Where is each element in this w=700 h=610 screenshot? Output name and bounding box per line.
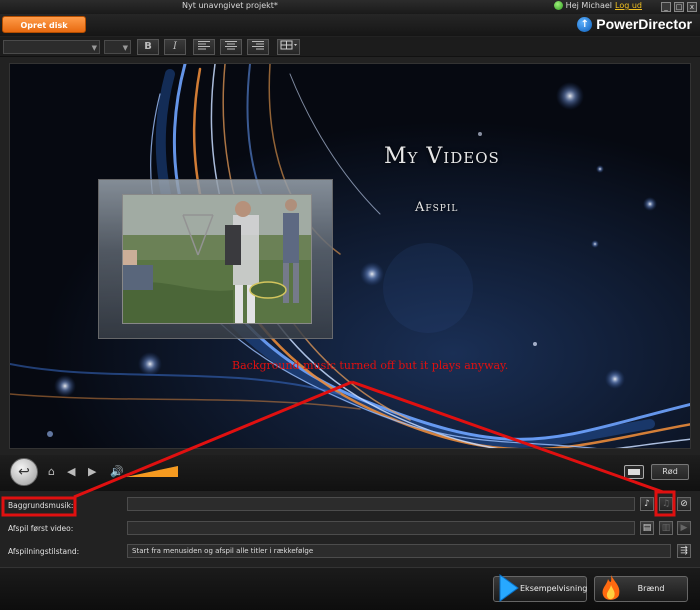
play-triangle-icon: [498, 573, 520, 610]
add-music-button[interactable]: ♪: [640, 497, 654, 511]
first-video-settings-button[interactable]: ▥: [659, 521, 673, 535]
window-controls: _ □ x: [661, 2, 697, 12]
menu-play-button[interactable]: Afspil: [415, 200, 458, 215]
italic-button[interactable]: I: [164, 39, 186, 55]
align-center-button[interactable]: [220, 39, 242, 55]
maximize-button[interactable]: □: [674, 2, 684, 12]
aspect-ratio-button[interactable]: [624, 465, 644, 479]
playback-mode-field[interactable]: Start fra menusiden og afspil alle title…: [127, 544, 671, 558]
playback-controls: ↩ ⌂ ◀ ▶ 🔊 Rød: [0, 455, 700, 491]
preview-button[interactable]: Eksempelvisning: [493, 574, 587, 602]
playback-mode-icon: ⇶: [680, 546, 688, 556]
align-right-button[interactable]: [247, 39, 269, 55]
text-format-toolbar: ▼ ▼ B I: [0, 37, 700, 57]
background-music-label: Baggrundsmusik:: [8, 501, 74, 510]
align-left-icon: [198, 41, 210, 50]
play-first-video-label: Afspil først video:: [8, 524, 74, 533]
close-button[interactable]: x: [687, 2, 697, 12]
volume-icon[interactable]: 🔊: [110, 465, 124, 478]
burn-label: Brænd: [637, 584, 665, 593]
arrow-right-icon[interactable]: ▶: [88, 465, 96, 478]
play-first-video-field[interactable]: [127, 521, 635, 535]
title-bar: Nyt unavngivet projekt* Hej Michael Log …: [0, 0, 700, 14]
logo-text: PowerDirector: [596, 16, 692, 32]
music-remove-icon: ⊘: [680, 499, 688, 509]
return-button[interactable]: ↩: [10, 458, 38, 486]
menu-title[interactable]: My Videos: [384, 144, 584, 169]
header-bar: Opret disk ↑ PowerDirector: [0, 14, 700, 36]
chevron-down-icon: ▼: [122, 44, 128, 52]
logout-link[interactable]: Log ud: [615, 1, 642, 10]
burn-button[interactable]: Brænd: [594, 575, 688, 602]
user-status-icon: [553, 1, 563, 10]
video-settings-icon: ▥: [661, 523, 671, 533]
powerdirector-window: Nyt unavngivet projekt* Hej Michael Log …: [0, 0, 700, 610]
bottom-action-bar: Eksempelvisning Brænd: [0, 567, 700, 610]
window-title: Nyt unavngivet projekt*: [182, 1, 278, 10]
remove-music-button[interactable]: ⊘: [677, 497, 691, 511]
return-arrow-icon: ↩: [18, 464, 30, 480]
disc-menu-preview: My Videos Afspil Background music turned…: [9, 63, 691, 449]
user-area: Hej Michael Log ud: [553, 1, 642, 10]
playback-mode-button[interactable]: ⇶: [677, 544, 691, 558]
align-right-icon: [252, 41, 264, 50]
video-thumbnail[interactable]: [122, 194, 312, 324]
play-icon: ▶: [680, 523, 688, 533]
music-settings-icon: ♫: [661, 499, 671, 509]
music-settings-button[interactable]: ♫: [659, 497, 673, 511]
first-video-play-button[interactable]: ▶: [677, 521, 691, 535]
layout-grid-icon: [280, 40, 297, 50]
arrow-left-icon[interactable]: ◀: [67, 465, 75, 478]
app-logo: ↑ PowerDirector: [577, 16, 692, 32]
video-thumbnail-image: [123, 195, 311, 323]
red-button[interactable]: Rød: [651, 464, 689, 480]
annotation-text: Background music turned off but it plays…: [232, 359, 509, 372]
create-disc-button[interactable]: Opret disk: [2, 16, 86, 33]
background-music-field[interactable]: [127, 497, 635, 511]
disc-settings-panel: Baggrundsmusik: ♪ ♫ ⊘ Afspil først video…: [0, 491, 700, 566]
user-greeting: Hej Michael: [565, 1, 613, 10]
music-add-icon: ♪: [644, 499, 650, 509]
logo-arrow-icon: ↑: [577, 16, 593, 32]
home-icon[interactable]: ⌂: [48, 465, 55, 478]
video-add-icon: ▤: [642, 523, 652, 533]
layout-grid-button[interactable]: [277, 39, 300, 55]
flame-icon: [599, 573, 623, 610]
align-center-icon: [225, 41, 237, 50]
add-first-video-button[interactable]: ▤: [640, 521, 654, 535]
minimize-button[interactable]: _: [661, 2, 671, 12]
bold-button[interactable]: B: [137, 39, 159, 55]
chevron-down-icon: ▼: [91, 44, 97, 52]
volume-slider[interactable]: [126, 464, 178, 478]
font-size-select[interactable]: ▼: [104, 40, 131, 54]
align-left-button[interactable]: [193, 39, 215, 55]
font-family-select[interactable]: ▼: [3, 40, 100, 54]
playback-mode-label: Afspilningstilstand:: [8, 547, 80, 556]
